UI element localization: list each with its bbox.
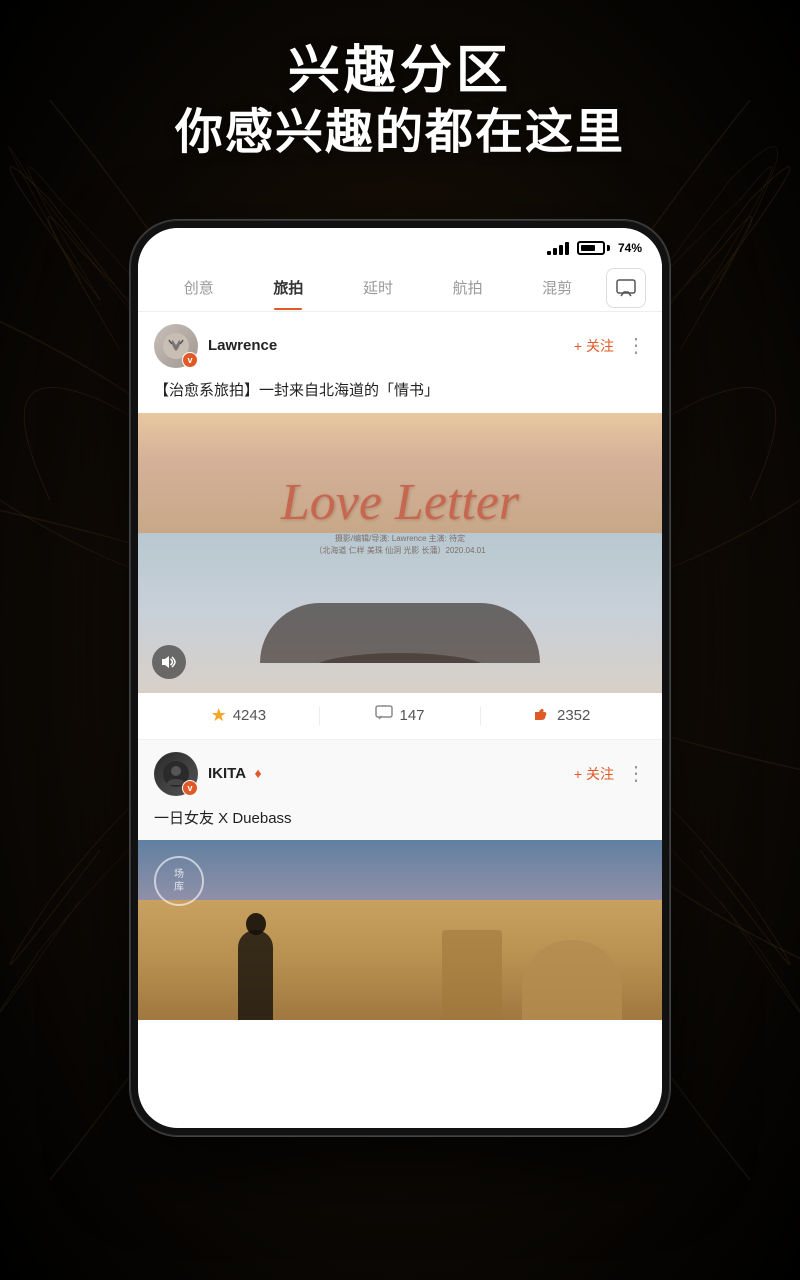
battery-icon	[577, 241, 610, 255]
scene-badge: 场 库	[154, 856, 204, 906]
post-2-image: 场 库	[138, 840, 662, 1020]
comment-icon	[375, 705, 393, 726]
tab-aerial[interactable]: 航拍	[423, 265, 513, 310]
header-section: 兴趣分区 你感兴趣的都在这里	[0, 40, 800, 165]
post-1-actions: + 关注 ⋮	[574, 336, 646, 356]
volume-icon[interactable]	[152, 645, 186, 679]
post-1-image: Love Letter 摄影/编辑/导演: Lawrence 主演: 待定 （北…	[138, 413, 662, 693]
phone-mockup: 74% 创意 旅拍 延时 航拍 混剪	[130, 220, 670, 1136]
post-2-header: v IKITA ♦ + 关注 ⋮	[138, 740, 662, 808]
verified-badge-1: v	[182, 352, 198, 368]
post-2-userinfo: IKITA ♦	[208, 765, 564, 783]
post-1-userinfo: Lawrence	[208, 337, 564, 355]
battery-percent: 74%	[618, 241, 642, 255]
star-count: 4243	[233, 707, 266, 724]
header-title-1: 兴趣分区	[0, 40, 800, 102]
post-1-username: Lawrence	[208, 337, 277, 354]
post-2-username: IKITA	[208, 765, 246, 782]
more-btn-1[interactable]: ⋮	[626, 336, 646, 356]
follow-btn-2[interactable]: + 关注	[574, 764, 614, 784]
tabs-bar: 创意 旅拍 延时 航拍 混剪	[138, 264, 662, 312]
status-bar: 74%	[138, 228, 662, 264]
stat-stars[interactable]: ★ 4243	[158, 705, 319, 726]
verified-badge-2: v	[182, 780, 198, 796]
tab-creative[interactable]: 创意	[154, 265, 244, 310]
signal-icon	[547, 242, 569, 255]
tab-timelapse[interactable]: 延时	[333, 265, 423, 310]
post-2-title: 一日女友 X Duebass	[138, 808, 662, 841]
phone-screen: 74% 创意 旅拍 延时 航拍 混剪	[138, 228, 662, 1128]
post-1-avatar: v	[154, 324, 198, 368]
post-1-stats: ★ 4243 147	[138, 693, 662, 740]
like-icon	[533, 705, 551, 727]
star-icon: ★	[211, 705, 227, 726]
post-1-title: 【治愈系旅拍】一封来自北海道的「情书」	[138, 380, 662, 413]
tab-mix[interactable]: 混剪	[512, 265, 602, 310]
like-count: 2352	[557, 707, 590, 724]
phone-frame: 74% 创意 旅拍 延时 航拍 混剪	[130, 220, 670, 1136]
comment-count: 147	[399, 707, 424, 724]
header-title-2: 你感兴趣的都在这里	[0, 102, 800, 164]
post-2-avatar: v	[154, 752, 198, 796]
follow-btn-1[interactable]: + 关注	[574, 336, 614, 356]
feed-scroll[interactable]: v Lawrence + 关注 ⋮ 【治愈系旅拍】一封来自北海道的「情书」	[138, 312, 662, 1128]
stat-likes[interactable]: 2352	[481, 705, 642, 727]
love-letter-text: Love Letter	[281, 473, 519, 532]
more-btn-2[interactable]: ⋮	[626, 764, 646, 784]
message-tab-icon[interactable]	[606, 268, 646, 308]
stat-comments[interactable]: 147	[320, 705, 481, 726]
diamond-icon: ♦	[255, 765, 262, 781]
post-card-1: v Lawrence + 关注 ⋮ 【治愈系旅拍】一封来自北海道的「情书」	[138, 312, 662, 740]
tab-travel[interactable]: 旅拍	[244, 265, 334, 310]
post-card-2: v IKITA ♦ + 关注 ⋮ 一日女友 X Duebass	[138, 740, 662, 1021]
post-1-header: v Lawrence + 关注 ⋮	[138, 312, 662, 380]
post-2-actions: + 关注 ⋮	[574, 764, 646, 784]
